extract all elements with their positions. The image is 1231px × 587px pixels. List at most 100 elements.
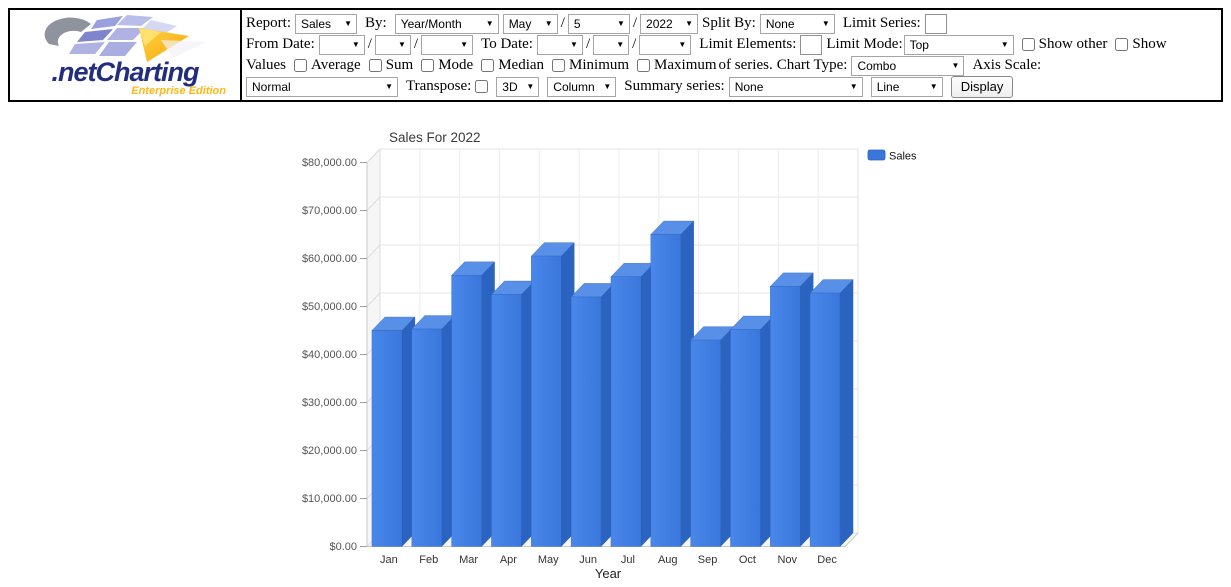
slash-separator: / [586, 36, 590, 53]
to-day-select[interactable]: ▼ [593, 35, 629, 55]
y-axis-tick-label: $50,000.00 [302, 301, 357, 313]
x-axis-tick-label: Aug [658, 554, 678, 566]
year-select[interactable]: 2022 ▼ [640, 14, 698, 34]
show-values-checkbox[interactable] [1115, 38, 1128, 51]
maximum-checkbox[interactable] [637, 59, 650, 72]
mode-label: Mode [438, 57, 473, 74]
limit-elements-input[interactable] [800, 35, 822, 55]
y-axis-tick-label: $70,000.00 [302, 205, 357, 217]
x-axis-tick-label: Sep [698, 554, 718, 566]
minimum-label: Minimum [569, 57, 629, 74]
chevron-down-icon: ▼ [850, 83, 858, 91]
series-type-select[interactable]: Column ▼ [547, 77, 616, 97]
summary-type-select[interactable]: Line ▼ [871, 77, 943, 97]
slash-separator: / [633, 15, 637, 32]
bar-mar [452, 262, 495, 547]
y-axis-tick-label: $80,000.00 [302, 157, 357, 169]
bar-oct [730, 316, 773, 546]
chevron-down-icon: ▼ [678, 41, 686, 49]
chevron-down-icon: ▼ [685, 20, 693, 28]
sum-checkbox[interactable] [369, 59, 382, 72]
chevron-down-icon: ▼ [570, 41, 578, 49]
by-label: By: [365, 15, 387, 32]
display-button[interactable]: Display [951, 76, 1014, 98]
mode-checkbox[interactable] [421, 59, 434, 72]
chevron-down-icon: ▼ [385, 83, 393, 91]
minimum-checkbox[interactable] [552, 59, 565, 72]
x-axis-tick-label: Apr [500, 554, 517, 566]
legend-swatch [868, 150, 885, 160]
chevron-down-icon: ▼ [486, 20, 494, 28]
legend: Sales [868, 150, 917, 163]
chevron-down-icon: ▼ [352, 41, 360, 49]
bar-jan [372, 317, 415, 547]
from-year-select[interactable]: ▼ [421, 35, 473, 55]
summary-series-select[interactable]: None ▼ [729, 77, 863, 97]
axis-scale-label: Axis Scale: [972, 57, 1041, 74]
split-by-select[interactable]: None ▼ [760, 14, 835, 34]
chart-type-label: Chart Type: [777, 57, 848, 74]
y-axis-tick-label: $60,000.00 [302, 253, 357, 265]
from-date-label: From Date: [246, 36, 315, 53]
y-axis-tick-label: $10,000.00 [302, 493, 357, 505]
sum-label: Sum [386, 57, 414, 74]
bar-sep [691, 327, 734, 547]
chevron-down-icon: ▼ [1001, 41, 1009, 49]
summary-series-label: Summary series: [624, 78, 724, 95]
month-select[interactable]: May ▼ [503, 14, 558, 34]
x-axis-tick-label: Nov [777, 554, 797, 566]
chevron-down-icon: ▼ [930, 83, 938, 91]
median-checkbox[interactable] [481, 59, 494, 72]
header-panel: .netCharting Enterprise Edition Report: … [8, 8, 1223, 102]
x-axis-tick-label: Jun [579, 554, 597, 566]
from-month-select[interactable]: ▼ [319, 35, 365, 55]
slash-separator: / [561, 15, 565, 32]
limit-series-input[interactable] [925, 14, 947, 34]
x-axis-tick-label: Mar [459, 554, 478, 566]
chevron-down-icon: ▼ [822, 20, 830, 28]
to-year-select[interactable]: ▼ [639, 35, 691, 55]
split-by-label: Split By: [702, 15, 756, 32]
bar-may [531, 243, 574, 547]
to-month-select[interactable]: ▼ [537, 35, 583, 55]
report-label: Report: [246, 15, 291, 32]
chart-title: Sales For 2022 [389, 130, 481, 145]
x-axis-tick-label: May [538, 554, 559, 566]
chevron-down-icon: ▼ [344, 20, 352, 28]
transpose-label: Transpose: [406, 78, 471, 95]
limit-mode-select[interactable]: Top ▼ [904, 35, 1014, 55]
chevron-down-icon: ▼ [617, 20, 625, 28]
legend-label: Sales [889, 151, 917, 163]
bar-jun [571, 283, 614, 546]
dimension-select[interactable]: 3D ▼ [496, 77, 539, 97]
slash-separator: / [368, 36, 372, 53]
transpose-checkbox[interactable] [475, 80, 488, 93]
axis-scale-select[interactable]: Normal ▼ [246, 77, 398, 97]
limit-mode-label: Limit Mode: [826, 36, 902, 53]
bar-jul [611, 263, 654, 546]
bar-dec [810, 280, 853, 547]
x-axis-tick-label: Jul [621, 554, 635, 566]
chart-type-select[interactable]: Combo ▼ [851, 56, 964, 76]
y-axis-tick-label: $20,000.00 [302, 445, 357, 457]
slash-separator: / [414, 36, 418, 53]
to-date-label: To Date: [481, 36, 533, 53]
from-day-select[interactable]: ▼ [375, 35, 411, 55]
show-label: Show [1132, 36, 1166, 53]
y-axis-tick-label: $0.00 [329, 541, 357, 553]
day-select[interactable]: 5 ▼ [568, 14, 630, 34]
by-select[interactable]: Year/Month ▼ [395, 14, 499, 34]
show-other-checkbox[interactable] [1022, 38, 1035, 51]
bar-nov [770, 273, 813, 547]
chevron-down-icon: ▼ [398, 41, 406, 49]
bar-apr [491, 281, 534, 547]
average-checkbox[interactable] [294, 59, 307, 72]
values-label: Values [246, 57, 286, 74]
show-other-label: Show other [1039, 36, 1108, 53]
brand-name: .netCharting [10, 57, 240, 88]
report-select[interactable]: Sales ▼ [295, 14, 357, 34]
bar-feb [412, 316, 455, 547]
toolbar-row-4: Normal ▼ Transpose: 3D ▼ Column ▼ Summar… [246, 76, 1221, 97]
y-axis-tick-label: $30,000.00 [302, 397, 357, 409]
bar-aug [651, 221, 694, 547]
